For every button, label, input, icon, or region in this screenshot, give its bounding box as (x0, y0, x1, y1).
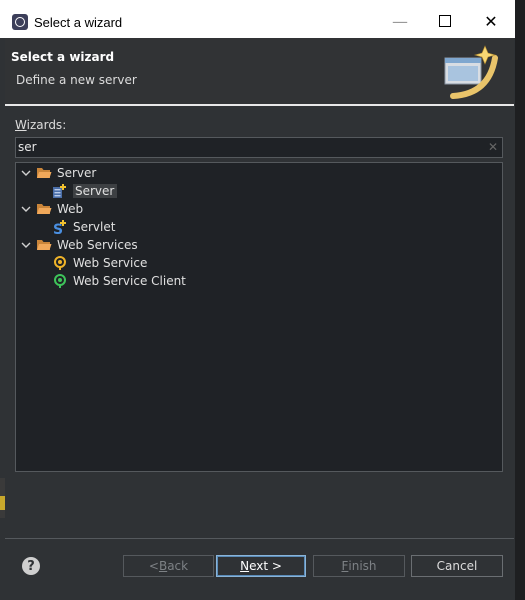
chevron-down-icon[interactable] (20, 203, 32, 215)
clear-filter-icon[interactable]: ✕ (488, 140, 498, 154)
tree-item-label: Server (57, 166, 97, 180)
wizard-banner-icon (444, 45, 498, 99)
server-wizard-icon (53, 184, 66, 198)
window-title: Select a wizard (34, 15, 123, 30)
finish-button[interactable]: Finish (313, 555, 405, 577)
tree-item-label: Web (57, 202, 84, 216)
web-service-icon (54, 256, 66, 270)
folder-open-icon (37, 204, 52, 214)
wizard-filter-input[interactable]: ✕ (15, 137, 503, 158)
tree-item-server-category[interactable]: Server (20, 164, 96, 182)
tree-item-servlet-wizard[interactable]: S Servlet (52, 218, 115, 236)
wizards-label: Wizards: (15, 118, 67, 132)
tree-item-label: Web Service (73, 256, 148, 270)
folder-open-icon (37, 168, 52, 178)
tree-item-server-wizard[interactable]: Server (52, 182, 118, 200)
maximize-button[interactable] (430, 8, 460, 34)
tree-item-web-service-client-wizard[interactable]: Web Service Client (52, 272, 186, 290)
folder-open-icon (37, 240, 52, 250)
maximize-icon (439, 15, 451, 27)
chevron-down-icon[interactable] (20, 167, 32, 179)
close-button[interactable]: ✕ (476, 8, 506, 34)
next-button[interactable]: Next > (216, 555, 306, 577)
background-window-edge-left (0, 478, 5, 518)
tree-item-web-service-wizard[interactable]: Web Service (52, 254, 147, 272)
wizard-tree[interactable]: Server Server Web S Servlet Web Services… (15, 162, 503, 472)
tree-item-label: Web Service Client (73, 274, 186, 288)
tree-item-web-services-category[interactable]: Web Services (20, 236, 138, 254)
tree-item-label: Server (73, 184, 118, 198)
tree-item-web-category[interactable]: Web (20, 200, 83, 218)
chevron-down-icon[interactable] (20, 239, 32, 251)
close-icon: ✕ (484, 11, 498, 31)
minimize-button[interactable]: — (385, 8, 415, 34)
eclipse-app-icon (12, 14, 28, 30)
wizard-header: Select a wizard Define a new server (5, 38, 514, 104)
title-bar: Select a wizard — ✕ (0, 0, 515, 38)
back-button[interactable]: < Back (123, 555, 214, 577)
servlet-icon: S (53, 220, 66, 235)
header-divider (5, 104, 514, 106)
filter-text[interactable] (18, 139, 478, 155)
header-title: Select a wizard (11, 50, 115, 64)
footer-divider (5, 538, 514, 539)
background-window-edge (515, 0, 525, 600)
cancel-button[interactable]: Cancel (411, 555, 503, 577)
web-service-client-icon (54, 274, 66, 288)
tree-item-label: Web Services (57, 238, 138, 252)
wizard-dialog: Select a wizard — ✕ Select a wizard Defi… (0, 0, 515, 600)
tree-item-label: Servlet (73, 220, 116, 234)
header-description: Define a new server (16, 73, 137, 87)
help-icon[interactable]: ? (22, 557, 40, 575)
